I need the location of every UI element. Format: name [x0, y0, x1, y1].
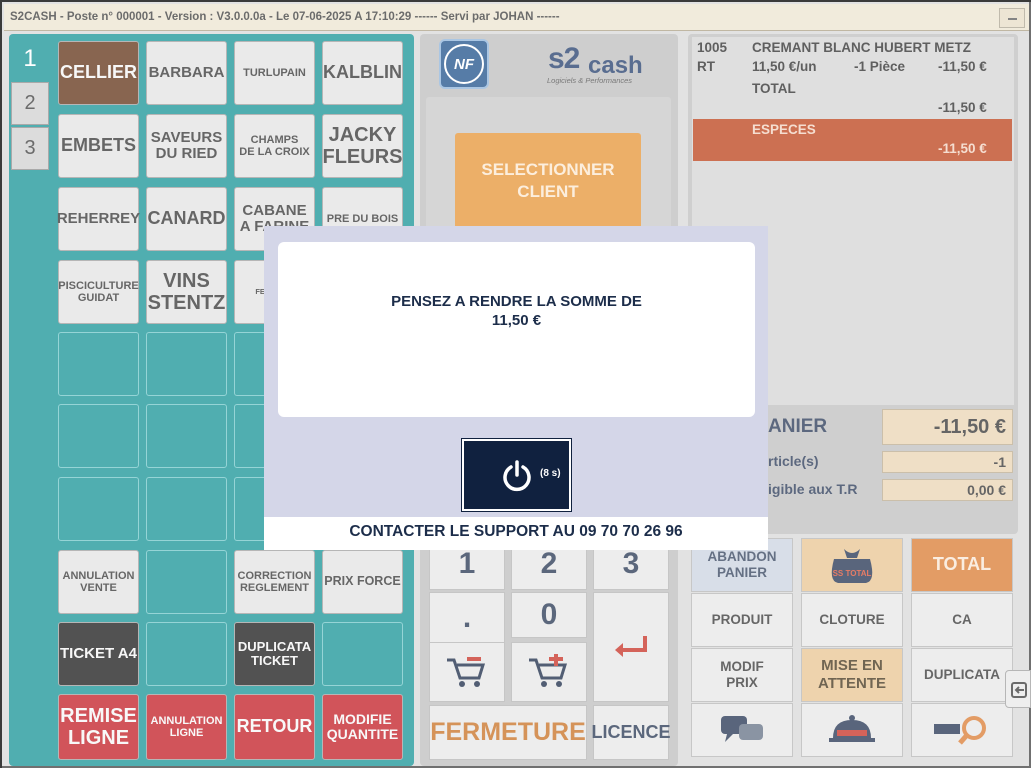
dialog-countdown: (8 s) — [540, 468, 561, 479]
dialog-power-button[interactable]: (8 s) — [461, 438, 572, 512]
pos-application: S2CASH - Poste n° 000001 - Version : V3.… — [0, 0, 1031, 768]
dialog-message: PENSEZ A RENDRE LA SOMME DE — [391, 293, 642, 310]
support-contact: CONTACTER LE SUPPORT AU 09 70 70 26 96 — [264, 517, 768, 550]
power-icon — [503, 460, 531, 492]
dialog-message-box: PENSEZ A RENDRE LA SOMME DE 11,50 € — [278, 242, 755, 417]
dialog-amount: 11,50 € — [491, 312, 542, 329]
change-due-dialog: PENSEZ A RENDRE LA SOMME DE 11,50 € (8 s… — [264, 226, 768, 550]
